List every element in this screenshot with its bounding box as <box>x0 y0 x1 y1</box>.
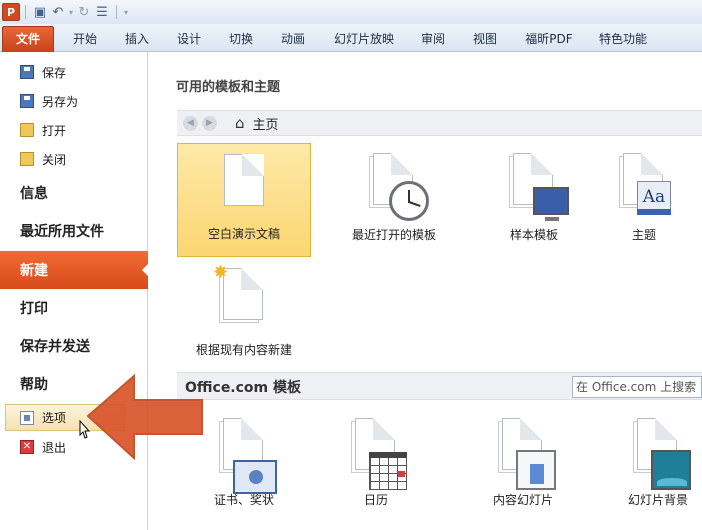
recent-clock-icon <box>389 181 429 221</box>
annotation-arrow-icon <box>86 373 203 461</box>
main-content: 可用的模板和主题 ◀ ▶ ⌂ 主页 空白演示文稿 最近打开的模板 样本模板 Aa… <box>149 52 702 530</box>
template-recent[interactable]: 最近打开的模板 <box>327 143 461 257</box>
nav-new[interactable]: 新建 <box>0 251 149 289</box>
breadcrumb-home[interactable]: 主页 <box>253 114 279 133</box>
section-title: 可用的模板和主题 <box>176 80 281 95</box>
toolbar-separator <box>25 5 26 19</box>
save-icon[interactable]: ▣ <box>31 3 49 21</box>
tab-insert[interactable]: 插入 <box>118 28 156 52</box>
template-label: 主题 <box>631 228 656 242</box>
breadcrumb: ◀ ▶ ⌂ 主页 <box>177 110 702 136</box>
nav-exit-label: 退出 <box>42 440 67 455</box>
tab-home[interactable]: 开始 <box>66 28 104 52</box>
nav-save-label: 保存 <box>42 65 67 80</box>
customize-icon[interactable]: ☰ <box>93 3 111 21</box>
undo-dropdown-icon[interactable]: ▾ <box>67 3 75 21</box>
nav-print[interactable]: 打印 <box>0 289 148 327</box>
sparkle-icon: ✸ <box>213 262 229 283</box>
redo-icon[interactable]: ↻ <box>75 3 93 21</box>
template-from-existing[interactable]: ✸ 根据现有内容新建 <box>177 258 311 372</box>
back-icon[interactable]: ◀ <box>183 115 198 131</box>
forward-icon[interactable]: ▶ <box>202 115 217 131</box>
exit-icon: ✕ <box>20 440 34 454</box>
ribbon-tabs: 文件 开始 插入 设计 切换 动画 幻灯片放映 审阅 视图 福昕PDF 特色功能 <box>0 24 702 52</box>
options-icon <box>20 410 34 425</box>
save-as-icon <box>20 94 34 108</box>
theme-color-strip <box>637 209 671 215</box>
nav-open-label: 打开 <box>42 123 67 138</box>
tab-slideshow[interactable]: 幻灯片放映 <box>326 28 402 52</box>
quick-access-toolbar: P ▣ ↶ ▾ ↻ ☰ ▾ <box>0 0 702 24</box>
close-folder-icon <box>20 152 34 166</box>
monitor-stand <box>545 217 559 221</box>
powerpoint-app-icon[interactable]: P <box>2 3 20 21</box>
nav-save-as[interactable]: 另存为 <box>0 87 148 115</box>
template-blank[interactable]: 空白演示文稿 <box>177 143 311 257</box>
tab-file[interactable]: 文件 <box>2 26 54 52</box>
sample-monitor-icon <box>533 187 569 215</box>
office-template-calendar[interactable]: 日历 <box>309 408 443 522</box>
toolbar-separator <box>116 5 117 19</box>
office-search-input[interactable]: 在 Office.com 上搜索 <box>572 376 702 398</box>
nav-info[interactable]: 信息 <box>0 174 148 212</box>
tab-review[interactable]: 审阅 <box>414 28 452 52</box>
template-label: 幻灯片背景 <box>627 493 688 507</box>
template-label: 根据现有内容新建 <box>195 343 292 357</box>
template-label: 日历 <box>363 493 388 507</box>
tab-special-features[interactable]: 特色功能 <box>592 28 654 52</box>
tab-design[interactable]: 设计 <box>170 28 208 52</box>
nav-save[interactable]: 保存 <box>0 58 148 86</box>
nav-close[interactable]: 关闭 <box>0 145 148 173</box>
tab-transitions[interactable]: 切换 <box>222 28 260 52</box>
mouse-pointer-icon <box>79 420 91 439</box>
template-label: 证书、奖状 <box>213 493 274 507</box>
blank-document-icon <box>224 154 264 206</box>
tab-animations[interactable]: 动画 <box>274 28 312 52</box>
nav-open[interactable]: 打开 <box>0 116 148 144</box>
new-from-existing-icon <box>223 268 263 320</box>
template-label: 最近打开的模板 <box>351 228 436 242</box>
nav-save-as-label: 另存为 <box>42 94 79 109</box>
office-template-slide-background[interactable]: 幻灯片背景 <box>591 408 702 522</box>
office-template-content-slide[interactable]: 内容幻灯片 <box>456 408 590 522</box>
nav-recent[interactable]: 最近所用文件 <box>0 212 148 250</box>
nav-options-label: 选项 <box>42 411 67 425</box>
save-icon <box>20 65 34 79</box>
undo-icon[interactable]: ↶ <box>49 3 67 21</box>
slide-background-icon <box>651 450 691 490</box>
nav-save-send[interactable]: 保存并发送 <box>0 327 148 365</box>
customize-dropdown-icon[interactable]: ▾ <box>122 3 130 21</box>
calendar-icon <box>369 452 407 490</box>
template-theme[interactable]: Aa 主题 <box>577 143 702 257</box>
certificate-icon <box>233 460 277 494</box>
nav-close-label: 关闭 <box>42 152 67 167</box>
content-slide-icon <box>516 450 556 490</box>
tab-foxit-pdf[interactable]: 福昕PDF <box>518 28 580 52</box>
open-folder-icon <box>20 123 34 137</box>
home-icon[interactable]: ⌂ <box>235 114 245 132</box>
template-label: 空白演示文稿 <box>207 227 280 241</box>
template-label: 内容幻灯片 <box>492 493 553 507</box>
tab-view[interactable]: 视图 <box>466 28 504 52</box>
